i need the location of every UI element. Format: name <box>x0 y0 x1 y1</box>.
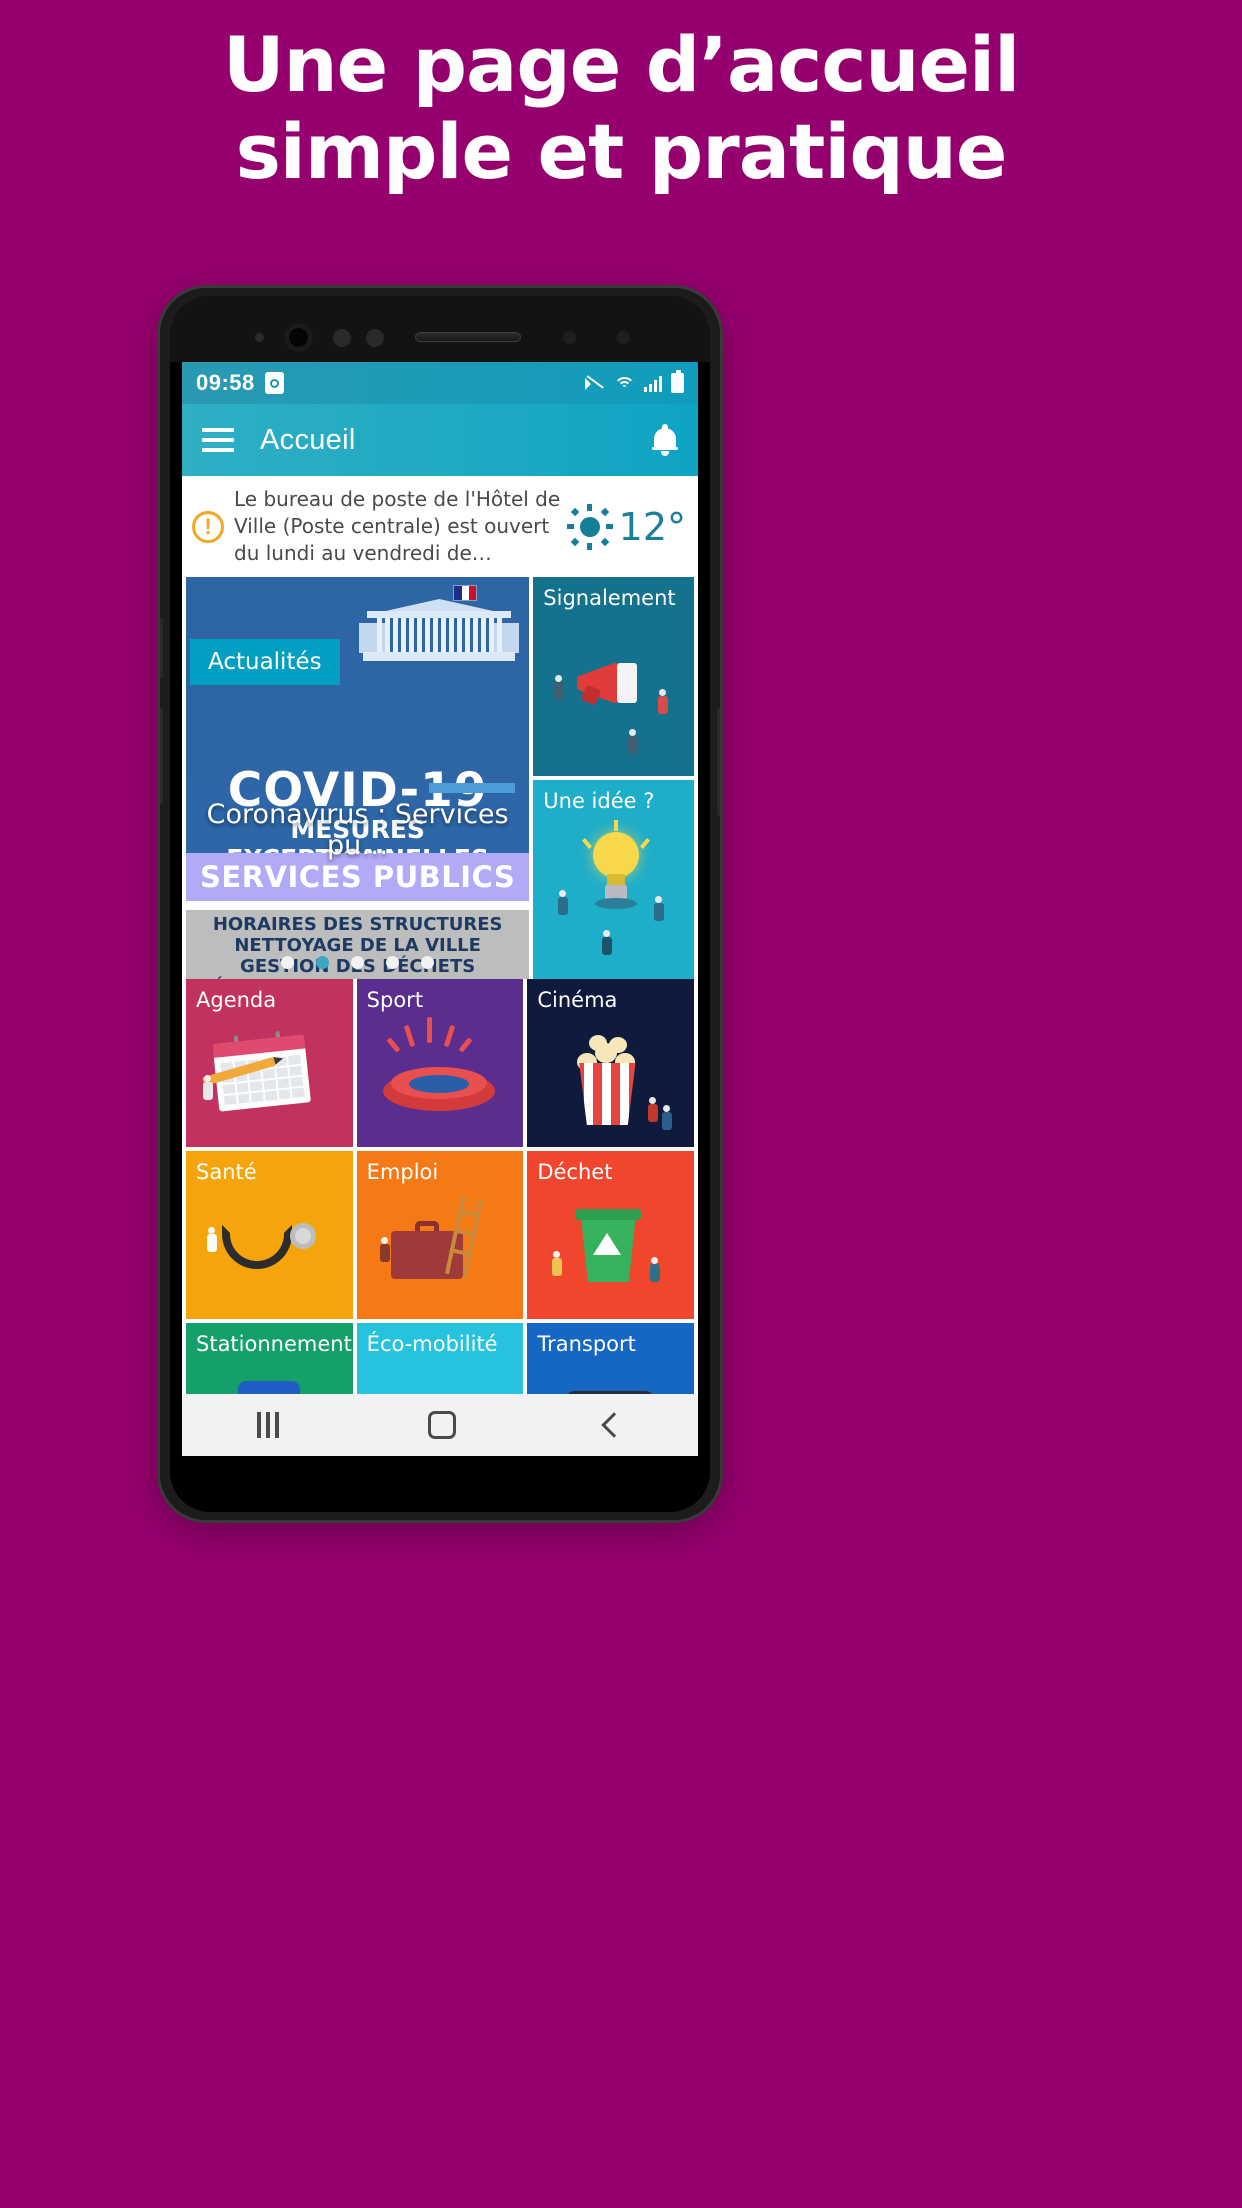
earpiece-speaker <box>415 332 521 342</box>
side-tiles-column: Signalement Une idée ? <box>533 577 694 979</box>
carousel-caption: Coronavirus : Services pu… <box>206 799 509 861</box>
alert-banner[interactable]: ! Le bureau de poste de l'Hôtel de Ville… <box>182 476 698 577</box>
tile-sante[interactable]: Santé <box>186 1151 353 1319</box>
app-bar: Accueil <box>182 404 698 476</box>
headline-line-1: Une page d’accueil <box>222 20 1020 109</box>
trash-bin-icon <box>575 1209 642 1283</box>
signal-icon <box>644 375 662 392</box>
tile-signalement[interactable]: Signalement <box>533 577 694 776</box>
secondary-sensor-icon <box>617 331 630 344</box>
app-bar-title: Accueil <box>260 423 356 456</box>
french-flag-icon <box>453 585 478 601</box>
carousel-dot[interactable] <box>421 956 435 969</box>
led-indicator-icon <box>563 331 576 344</box>
hamburger-menu-icon[interactable] <box>202 428 234 452</box>
news-carousel[interactable]: COVID-19 MESURES EXCEPTIONNELLES SERVICE… <box>186 577 530 979</box>
tile-sport[interactable]: Sport <box>356 979 524 1147</box>
bell-icon[interactable] <box>652 424 678 456</box>
page-title: Une page d’accueil simple et pratique <box>0 20 1242 196</box>
megaphone-icon <box>577 657 655 709</box>
proximity-sensor-icon <box>333 329 351 347</box>
tile-une-idee[interactable]: Une idée ? <box>533 780 694 979</box>
stethoscope-icon <box>222 1221 316 1283</box>
tile-label: Agenda <box>196 988 277 1012</box>
home-icon[interactable] <box>427 1411 456 1439</box>
tile-label: Une idée ? <box>543 789 655 813</box>
iris-sensor-icon <box>366 329 384 347</box>
tile-row: Santé Emploi Déchet <box>182 1151 698 1319</box>
tile-label: Transport <box>537 1332 636 1356</box>
phone-mockup: 09:58 Accueil ! Le bureau de poste de l'… <box>160 288 720 1520</box>
headline-line-2: simple et pratique <box>235 106 1008 196</box>
tile-label: Signalement <box>543 586 676 610</box>
weather-widget[interactable]: 12° <box>566 503 686 550</box>
wifi-icon <box>614 375 635 391</box>
government-building-icon <box>359 599 520 667</box>
android-nav-bar <box>182 1394 698 1456</box>
home-content: COVID-19 MESURES EXCEPTIONNELLES SERVICE… <box>182 577 698 1456</box>
phone-button-volume[interactable] <box>160 708 163 804</box>
battery-icon <box>671 370 684 393</box>
poster-item: HORAIRES DES STRUCTURES <box>212 914 503 935</box>
tile-agenda[interactable]: Agenda <box>186 979 353 1147</box>
carousel-dot-active[interactable] <box>316 956 330 969</box>
weather-temperature: 12° <box>618 504 686 549</box>
phone-top-bezel <box>170 296 710 362</box>
phone-screen: 09:58 Accueil ! Le bureau de poste de l'… <box>182 362 698 1456</box>
alert-text: Le bureau de poste de l'Hôtel de Ville (… <box>234 487 561 565</box>
carousel-dot[interactable] <box>386 956 400 969</box>
recents-icon[interactable] <box>256 1412 279 1438</box>
poster-band-label: SERVICES PUBLICS <box>200 860 516 894</box>
screenshot-icon <box>264 372 284 394</box>
popcorn-icon <box>569 1033 645 1125</box>
tile-label: Stationnement <box>196 1332 352 1356</box>
mute-icon <box>585 374 605 392</box>
carousel-category-badge: Actualités <box>190 639 340 685</box>
tile-row: Agenda Sport Cinéma <box>182 979 698 1147</box>
tile-label: Éco-mobilité <box>366 1332 498 1356</box>
phone-button-power[interactable] <box>717 708 720 816</box>
carousel-dot[interactable] <box>281 956 295 969</box>
front-camera-icon <box>284 323 313 352</box>
poster-item: NETTOYAGE DE LA VILLE <box>234 935 481 957</box>
lightbulb-icon <box>582 820 651 918</box>
phone-button-bixby[interactable] <box>160 618 163 678</box>
status-bar: 09:58 <box>182 362 698 404</box>
tile-emploi[interactable]: Emploi <box>356 1151 524 1319</box>
carousel-dot[interactable] <box>351 956 365 969</box>
carousel-dots[interactable] <box>186 956 529 969</box>
status-bar-clock: 09:58 <box>196 370 255 395</box>
tile-label: Sport <box>366 988 424 1012</box>
tile-label: Santé <box>196 1160 257 1184</box>
warning-circle-icon: ! <box>192 510 224 543</box>
sun-icon <box>566 503 613 550</box>
tile-label: Déchet <box>537 1160 613 1184</box>
tile-cinema[interactable]: Cinéma <box>527 979 695 1147</box>
tile-label: Cinéma <box>537 988 618 1012</box>
light-sensor-icon <box>255 333 264 342</box>
back-icon[interactable] <box>601 1412 628 1438</box>
top-row: COVID-19 MESURES EXCEPTIONNELLES SERVICE… <box>182 577 698 979</box>
phone-body: 09:58 Accueil ! Le bureau de poste de l'… <box>170 296 710 1512</box>
tile-label: Emploi <box>366 1160 439 1184</box>
trampoline-icon <box>382 1051 495 1113</box>
tile-dechet[interactable]: Déchet <box>527 1151 695 1319</box>
